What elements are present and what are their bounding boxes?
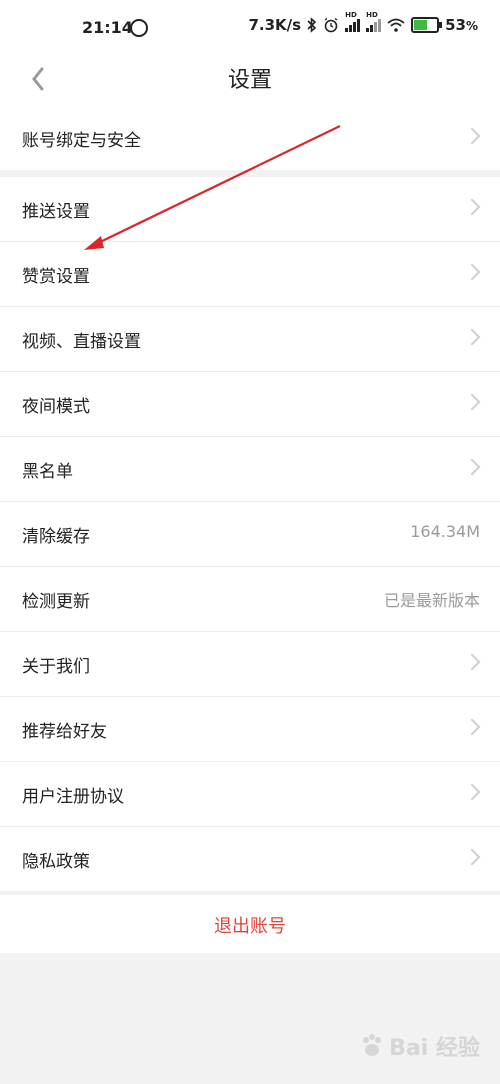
settings-item-account-security[interactable]: 账号绑定与安全 xyxy=(0,106,500,170)
settings-item-night-mode[interactable]: 夜间模式 xyxy=(0,372,500,437)
logout-button[interactable]: 退出账号 xyxy=(0,895,500,953)
status-time: 21:14 xyxy=(82,18,133,37)
logout-label: 退出账号 xyxy=(214,916,286,937)
battery-charging-icon xyxy=(411,17,443,33)
settings-item-label: 关于我们 xyxy=(22,657,90,677)
cache-size-value: 164.34M xyxy=(410,522,480,541)
settings-item-privacy-policy[interactable]: 隐私政策 xyxy=(0,827,500,891)
settings-item-label: 黑名单 xyxy=(22,462,73,482)
settings-group-legal: 用户注册协议 隐私政策 xyxy=(0,762,500,891)
settings-item-label: 账号绑定与安全 xyxy=(22,131,141,151)
watermark: Bai 经验 xyxy=(359,1030,480,1062)
settings-item-clear-cache[interactable]: 清除缓存 164.34M xyxy=(0,502,500,567)
nav-bar: 设置 xyxy=(0,56,500,106)
status-bar: 21:14 7.3K/s HD HD 53% xyxy=(0,0,500,56)
net-speed: 7.3K/s xyxy=(248,16,302,34)
status-right-group: 7.3K/s HD HD 53% xyxy=(248,11,478,34)
chevron-right-icon xyxy=(463,458,481,476)
settings-item-push[interactable]: 推送设置 xyxy=(0,177,500,242)
settings-item-label: 隐私政策 xyxy=(22,852,90,872)
settings-item-video-live[interactable]: 视频、直播设置 xyxy=(0,307,500,372)
chevron-right-icon xyxy=(463,328,481,346)
settings-item-about-us[interactable]: 关于我们 xyxy=(0,632,500,697)
chevron-right-icon xyxy=(463,653,481,671)
chevron-right-icon xyxy=(463,127,481,145)
settings-item-label: 检测更新 xyxy=(22,592,90,612)
settings-item-check-update[interactable]: 检测更新 已是最新版本 xyxy=(0,567,500,632)
settings-item-reward[interactable]: 赞赏设置 xyxy=(0,242,500,307)
battery-level xyxy=(414,20,427,30)
chevron-right-icon xyxy=(463,848,481,866)
settings-item-label: 赞赏设置 xyxy=(22,267,90,287)
signal-hd-icon: HD xyxy=(366,11,382,32)
page-title: 设置 xyxy=(227,68,272,93)
settings-item-blacklist[interactable]: 黑名单 xyxy=(0,437,500,502)
settings-item-label: 推荐给好友 xyxy=(22,722,107,742)
chevron-right-icon xyxy=(463,393,481,411)
chevron-right-icon xyxy=(463,198,481,216)
bluetooth-icon xyxy=(307,17,317,33)
chevron-right-icon xyxy=(463,263,481,281)
settings-screen: 21:14 7.3K/s HD HD 53% 设置 账号绑定与安全 推送设置 赞… xyxy=(0,0,500,1084)
paw-icon xyxy=(363,1034,382,1056)
settings-item-label: 用户注册协议 xyxy=(22,787,124,807)
chevron-right-icon xyxy=(463,783,481,801)
alarm-icon xyxy=(324,17,338,33)
settings-item-label: 视频、直播设置 xyxy=(22,332,141,352)
settings-item-label: 推送设置 xyxy=(22,202,90,222)
signal-hd-icon: HD xyxy=(345,11,361,32)
wifi-icon xyxy=(387,18,405,32)
settings-group-account: 账号绑定与安全 xyxy=(0,106,500,170)
version-status-value: 已是最新版本 xyxy=(383,591,480,610)
app-notification-icon xyxy=(130,19,148,37)
settings-group-main: 推送设置 赞赏设置 视频、直播设置 夜间模式 黑名单 清除缓存 164.34M … xyxy=(0,177,500,761)
settings-item-user-agreement[interactable]: 用户注册协议 xyxy=(0,762,500,827)
settings-item-label: 夜间模式 xyxy=(22,397,90,417)
settings-item-recommend[interactable]: 推荐给好友 xyxy=(0,697,500,761)
battery-percent: 53% xyxy=(445,16,478,34)
watermark-text: Bai 经验 xyxy=(389,1036,480,1061)
settings-item-label: 清除缓存 xyxy=(22,527,90,547)
chevron-right-icon xyxy=(463,718,481,736)
